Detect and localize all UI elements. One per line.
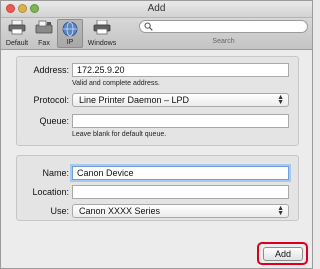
add-button-highlight [257, 242, 308, 265]
address-hint: Valid and complete address. [72, 80, 160, 87]
name-label: Name: [42, 168, 69, 178]
toolbar-fax-button[interactable]: Fax [33, 19, 55, 48]
toolbar-windows-label: Windows [87, 40, 117, 47]
toolbar-windows-button[interactable]: Windows [85, 19, 119, 48]
use-value: Canon XXXX Series [79, 206, 161, 216]
search-input[interactable] [139, 20, 308, 33]
search-label: Search [212, 38, 235, 45]
search-icon [144, 22, 153, 31]
add-printer-window: Add Default Fax IP Windows Search Addres… [0, 0, 313, 269]
toolbar: Default Fax IP Windows Search [1, 18, 312, 50]
toolbar-fax-label: Fax [38, 40, 50, 47]
fax-icon [35, 20, 53, 34]
use-label: Use: [50, 206, 69, 216]
location-label: Location: [32, 187, 69, 197]
address-label: Address: [33, 65, 69, 75]
queue-field[interactable] [72, 114, 289, 128]
location-field[interactable] [72, 185, 289, 199]
address-field[interactable]: 172.25.9.20 [72, 63, 289, 77]
toolbar-default-button[interactable]: Default [3, 19, 31, 48]
queue-hint: Leave blank for default queue. [72, 131, 167, 138]
toolbar-ip-button[interactable]: IP [57, 19, 83, 48]
toolbar-ip-label: IP [66, 39, 74, 46]
windows-printer-icon [93, 20, 111, 35]
title-bar: Add [1, 1, 312, 18]
printer-icon [8, 20, 26, 35]
queue-label: Queue: [39, 116, 69, 126]
chevron-updown-icon: ▲ ▼ [277, 205, 284, 217]
protocol-value: Line Printer Daemon – LPD [79, 95, 190, 105]
toolbar-default-label: Default [5, 40, 29, 47]
protocol-select[interactable]: Line Printer Daemon – LPD ▲ ▼ [72, 93, 289, 107]
use-select[interactable]: Canon XXXX Series ▲ ▼ [72, 204, 289, 218]
printer-group: Name: Canon Device Location: Use: Canon … [16, 155, 299, 221]
window-title: Add [147, 3, 166, 14]
connection-group: Address: 172.25.9.20 Valid and complete … [16, 56, 299, 146]
name-field[interactable]: Canon Device [72, 166, 289, 180]
chevron-updown-icon: ▲ ▼ [277, 94, 284, 106]
protocol-label: Protocol: [33, 95, 69, 105]
globe-icon [62, 21, 78, 37]
